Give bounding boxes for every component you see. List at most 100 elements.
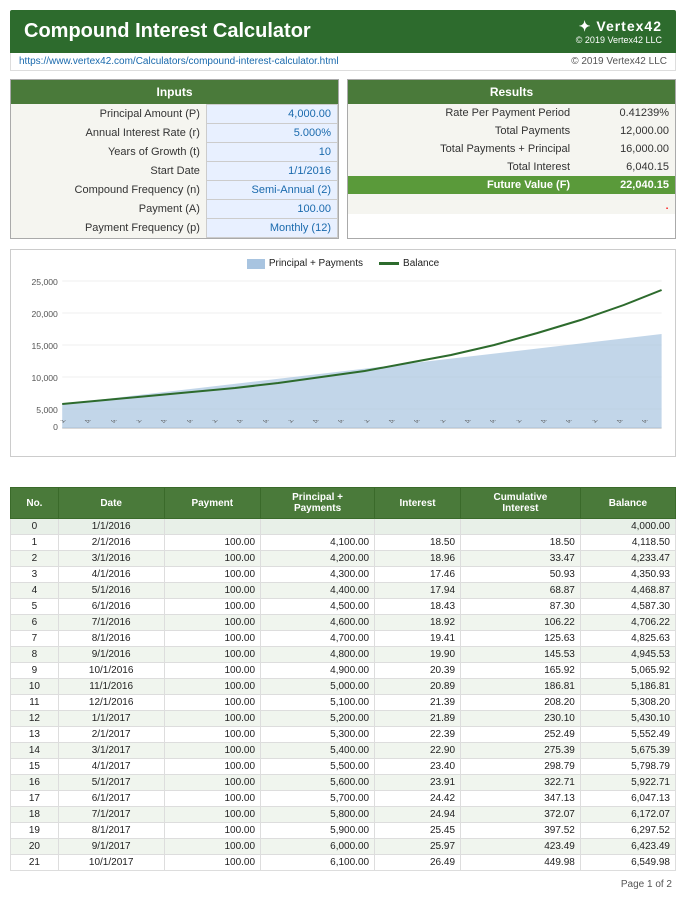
table-cell: 5,308.20 <box>580 695 675 711</box>
url-text[interactable]: https://www.vertex42.com/Calculators/com… <box>19 56 339 67</box>
table-cell: 4,600.00 <box>261 615 375 631</box>
input-label: Principal Amount (P) <box>11 105 206 124</box>
result-value: 16,000.00 <box>576 140 675 158</box>
input-label: Annual Interest Rate (r) <box>11 124 206 143</box>
table-cell: 100.00 <box>164 743 261 759</box>
input-label: Payment Frequency (p) <box>11 219 206 238</box>
table-cell: 4,500.00 <box>261 599 375 615</box>
table-cell: 1/1/2017 <box>58 711 164 727</box>
table-cell: 6,297.52 <box>580 823 675 839</box>
result-label: Rate Per Payment Period <box>348 104 576 122</box>
table-cell: 100.00 <box>164 631 261 647</box>
table-cell: 2 <box>11 551 59 567</box>
table-row: 34/1/2016100.004,300.0017.4650.934,350.9… <box>11 567 676 583</box>
table-cell: 100.00 <box>164 567 261 583</box>
inputs-header: Inputs <box>11 80 338 104</box>
col-principal-payments: Principal +Payments <box>261 488 375 519</box>
result-label: Total Interest <box>348 158 576 176</box>
inputs-table: Principal Amount (P) 4,000.00 Annual Int… <box>11 104 338 238</box>
table-cell: 22.90 <box>375 743 461 759</box>
table-cell: 18.43 <box>375 599 461 615</box>
table-cell: 20.89 <box>375 679 461 695</box>
table-cell: 18.92 <box>375 615 461 631</box>
page-number: Page 1 of 2 <box>621 879 672 890</box>
svg-text:25,000: 25,000 <box>31 277 58 287</box>
input-value[interactable]: 100.00 <box>206 200 337 219</box>
table-cell: 5,922.71 <box>580 775 675 791</box>
table-cell: 4 <box>11 583 59 599</box>
copyright-bar: © 2019 Vertex42 LLC <box>571 56 667 67</box>
input-value[interactable]: Semi-Annual (2) <box>206 181 337 200</box>
results-table: Rate Per Payment Period 0.41239% Total P… <box>348 104 675 194</box>
table-cell: 4,468.87 <box>580 583 675 599</box>
inputs-panel: Inputs Principal Amount (P) 4,000.00 Ann… <box>10 79 339 239</box>
input-value[interactable]: 1/1/2016 <box>206 162 337 181</box>
svg-text:10,000: 10,000 <box>31 373 58 383</box>
table-cell: 4,700.00 <box>261 631 375 647</box>
table-row: 45/1/2016100.004,400.0017.9468.874,468.8… <box>11 583 676 599</box>
table-cell: 5/1/2017 <box>58 775 164 791</box>
table-cell: 18 <box>11 807 59 823</box>
table-cell: 24.42 <box>375 791 461 807</box>
input-value[interactable]: 4,000.00 <box>206 105 337 124</box>
table-cell: 5,500.00 <box>261 759 375 775</box>
table-cell: 12/1/2016 <box>58 695 164 711</box>
table-cell: 6/1/2017 <box>58 791 164 807</box>
table-cell: 6/1/2016 <box>58 599 164 615</box>
table-cell: 11 <box>11 695 59 711</box>
result-row: Rate Per Payment Period 0.41239% <box>348 104 675 122</box>
table-cell: 100.00 <box>164 695 261 711</box>
svg-text:15,000: 15,000 <box>31 341 58 351</box>
input-label: Payment (A) <box>11 200 206 219</box>
table-cell: 1/1/2016 <box>58 519 164 535</box>
table-cell: 165.92 <box>461 663 581 679</box>
table-cell: 2/1/2016 <box>58 535 164 551</box>
result-value: 22,040.15 <box>576 176 675 194</box>
table-cell: 7 <box>11 631 59 647</box>
input-row: Payment Frequency (p) Monthly (12) <box>11 219 338 238</box>
table-cell: 17.94 <box>375 583 461 599</box>
table-cell: 18.96 <box>375 551 461 567</box>
table-cell: 100.00 <box>164 823 261 839</box>
col-interest: Interest <box>375 488 461 519</box>
table-cell: 4,200.00 <box>261 551 375 567</box>
table-cell: 9 <box>11 663 59 679</box>
data-table-section: No. Date Payment Principal +Payments Int… <box>10 487 676 871</box>
table-row: 143/1/2017100.005,400.0022.90275.395,675… <box>11 743 676 759</box>
table-cell: 100.00 <box>164 711 261 727</box>
result-value: 12,000.00 <box>576 122 675 140</box>
result-label: Future Value (F) <box>348 176 576 194</box>
input-value[interactable]: Monthly (12) <box>206 219 337 238</box>
table-cell: 87.30 <box>461 599 581 615</box>
table-cell: 298.79 <box>461 759 581 775</box>
table-cell: 25.45 <box>375 823 461 839</box>
table-cell: 125.63 <box>461 631 581 647</box>
legend-principal-label: Principal + Payments <box>269 258 363 269</box>
legend-balance: Balance <box>379 258 439 269</box>
table-cell: 275.39 <box>461 743 581 759</box>
table-cell: 5,100.00 <box>261 695 375 711</box>
table-cell: 5,700.00 <box>261 791 375 807</box>
input-value[interactable]: 10 <box>206 143 337 162</box>
table-cell: 5,430.10 <box>580 711 675 727</box>
svg-text:5,000: 5,000 <box>36 405 58 415</box>
input-value[interactable]: 5.000% <box>206 124 337 143</box>
table-cell: 19 <box>11 823 59 839</box>
table-cell: 322.71 <box>461 775 581 791</box>
table-cell: 6,172.07 <box>580 807 675 823</box>
table-cell: 4,350.93 <box>580 567 675 583</box>
table-cell: 100.00 <box>164 663 261 679</box>
input-row: Years of Growth (t) 10 <box>11 143 338 162</box>
input-label: Start Date <box>11 162 206 181</box>
table-row: 121/1/2017100.005,200.0021.89230.105,430… <box>11 711 676 727</box>
col-date: Date <box>58 488 164 519</box>
table-row: 187/1/2017100.005,800.0024.94372.076,172… <box>11 807 676 823</box>
table-cell: 100.00 <box>164 855 261 871</box>
input-row: Principal Amount (P) 4,000.00 <box>11 105 338 124</box>
table-cell: 17.46 <box>375 567 461 583</box>
table-cell: 19.41 <box>375 631 461 647</box>
table-cell: 2/1/2017 <box>58 727 164 743</box>
data-table: No. Date Payment Principal +Payments Int… <box>10 487 676 871</box>
copyright: © 2019 Vertex42 LLC <box>576 35 662 45</box>
table-cell: 5,552.49 <box>580 727 675 743</box>
